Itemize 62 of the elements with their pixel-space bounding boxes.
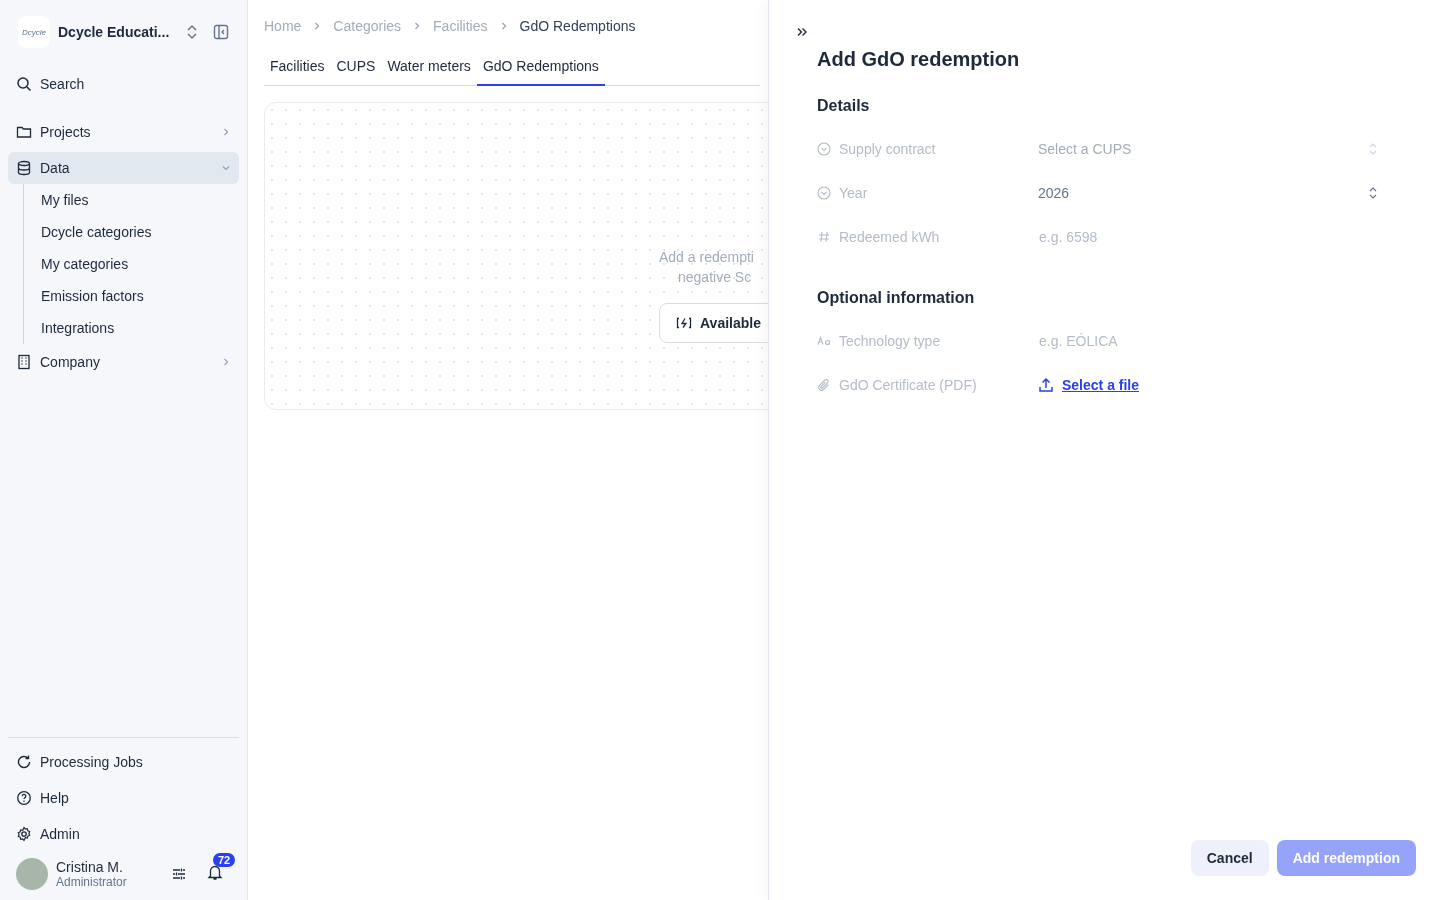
chevron-right-icon (313, 21, 322, 31)
notification-badge: 72 (213, 853, 236, 867)
sidebar-subitem[interactable]: Integrations (41, 312, 239, 344)
chevron-right-icon (221, 357, 231, 367)
org-logo: Dcycle (18, 16, 50, 48)
chevron-updown-icon (1368, 186, 1378, 200)
user-name: Cristina M. (56, 859, 124, 875)
sidebar-item[interactable]: Company (8, 346, 239, 378)
chevron-circle-icon (817, 186, 831, 200)
chevron-right-icon (499, 21, 508, 31)
chevron-circle-icon (817, 142, 831, 156)
org-name[interactable]: Dcycle Educati... (58, 24, 171, 40)
collapse-sidebar-icon[interactable] (213, 24, 229, 40)
folder-icon (16, 124, 32, 140)
section-title: Details (817, 97, 871, 115)
section-title: Optional information (817, 289, 976, 307)
refresh-icon (16, 754, 32, 770)
chevron-right-icon (413, 21, 422, 31)
search-icon (16, 76, 32, 92)
sidebar-item[interactable]: Help (8, 782, 239, 814)
tab[interactable]: Water meters (381, 58, 477, 86)
hash-icon (817, 230, 831, 244)
building-icon (16, 354, 32, 370)
field-label: GdO Certificate (PDF) (839, 377, 977, 393)
settings-icon (16, 826, 32, 842)
help-icon (16, 790, 32, 806)
user-role: Administrator (56, 875, 128, 889)
bell-icon[interactable] (207, 863, 223, 881)
select-field[interactable]: 2026 (1038, 185, 1378, 201)
sidebar-item[interactable]: Projects (8, 116, 239, 148)
field-label: Year (839, 185, 868, 201)
field-label: Supply contract (839, 141, 936, 157)
chevron-down-icon (221, 163, 231, 173)
tab[interactable]: GdO Redemptions (476, 58, 605, 86)
sidebar-subitem[interactable]: Dcycle categories (41, 216, 239, 248)
paperclip-icon (817, 378, 831, 392)
sliders-icon[interactable] (171, 866, 187, 882)
double-chevron-right-icon[interactable] (796, 26, 808, 38)
sidebar-subitem[interactable]: My categories (41, 248, 239, 280)
cancel-button[interactable]: Cancel (1190, 840, 1269, 876)
sidebar-item[interactable]: Admin (8, 818, 239, 850)
empty-state-description: negative Sc (677, 268, 753, 287)
text-type-icon (817, 336, 831, 346)
chevron-updown-icon[interactable] (185, 24, 199, 40)
sidebar-item[interactable]: Data (8, 152, 239, 184)
select-file-link[interactable]: Select a file (1062, 377, 1140, 393)
field-label: Redeemed kWh (839, 229, 940, 245)
empty-state-description: Add a redempti (659, 248, 755, 267)
search-item[interactable]: Search (8, 68, 239, 100)
chevron-updown-icon (1368, 142, 1378, 156)
sidebar-item[interactable]: Processing Jobs (8, 746, 239, 778)
tab[interactable]: Facilities (264, 58, 331, 86)
chevron-right-icon (221, 127, 231, 137)
field-label: Technology type (839, 333, 941, 349)
sidebar-subitem[interactable]: My files (41, 184, 239, 216)
upload-icon (1038, 377, 1054, 393)
sidebar-subitem[interactable]: Emission factors (41, 280, 239, 312)
database-icon (16, 160, 32, 176)
breadcrumb-item[interactable]: GdO Redemptions (519, 18, 636, 34)
tab[interactable]: CUPS (330, 58, 382, 86)
energy-icon (676, 317, 692, 329)
drawer-title: Add GdO redemption (817, 48, 1021, 71)
